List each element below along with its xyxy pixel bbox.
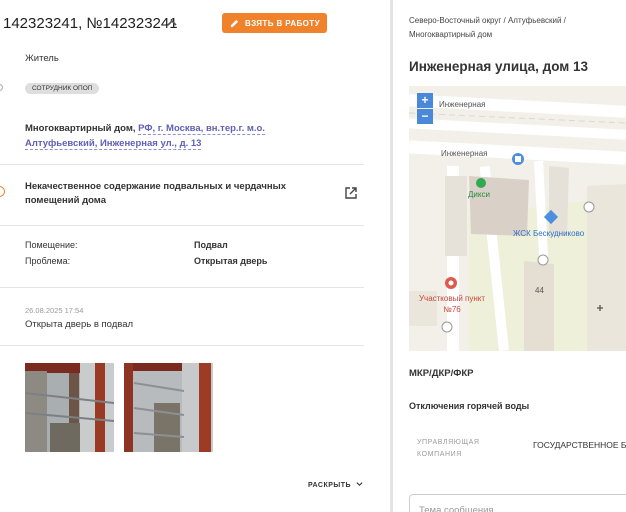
map-poi-police: Участковый пункт №76: [418, 294, 486, 314]
expand-button[interactable]: РАСКРЫТЬ: [308, 480, 363, 489]
detail-value-room: Подвал: [194, 240, 228, 250]
map-poi-hoa: ЖСК Бескудниково: [513, 229, 585, 238]
role-badge: СОТРУДНИК ОПОП: [25, 83, 100, 94]
divider: [0, 225, 364, 226]
author-role: Житель: [25, 53, 59, 64]
map-zoom-in-button[interactable]: +: [417, 93, 433, 108]
divider: [0, 345, 364, 346]
attachment-photo[interactable]: [124, 363, 213, 452]
pencil-icon: [230, 19, 239, 27]
section-hot-water[interactable]: Отключения горячей воды: [409, 401, 529, 411]
management-label: УПРАВЛЯЮЩАЯ КОМПАНИЯ: [417, 439, 480, 458]
comment-timestamp: 26.08.2025 17:54: [25, 306, 84, 315]
take-to-work-label: ВЗЯТЬ В РАБОТУ: [245, 18, 320, 28]
address: Многоквартирный дом, РФ, г. Москва, вн.т…: [25, 121, 335, 151]
chevron-down-icon: [356, 482, 363, 487]
detail-value-problem: Открытая дверь: [194, 256, 268, 266]
attachment-photo[interactable]: [25, 363, 114, 452]
external-link-icon[interactable]: [344, 186, 358, 200]
comment-text: Открыта дверь в подвал: [25, 319, 134, 330]
building-panel: Северо-Восточный округ / Алтуфьевский / …: [393, 0, 626, 512]
section-repairs[interactable]: МКР/ДКР/ФКР: [409, 368, 473, 379]
divider: [0, 164, 364, 165]
ticket-panel: 142323241, №142323241 ВЗЯТЬ В РАБОТУ Жит…: [0, 0, 390, 512]
issue-status-icon: [0, 186, 5, 197]
map-zoom-out-button[interactable]: −: [417, 109, 433, 124]
detail-key-room: Помещение:: [25, 240, 78, 250]
map-house-number: 44: [535, 286, 544, 295]
detail-key-problem: Проблема:: [25, 256, 71, 266]
timeline-dot-icon: [0, 84, 3, 91]
expand-label: РАСКРЫТЬ: [308, 482, 352, 489]
take-to-work-button[interactable]: ВЗЯТЬ В РАБОТУ: [222, 13, 327, 33]
address-type: Многоквартирный дом,: [25, 123, 139, 134]
ticket-title: 142323241, №142323241: [3, 15, 178, 32]
chevron-up-icon[interactable]: [166, 17, 178, 29]
map-street-label: Инженерная: [439, 100, 486, 109]
map-poi-shop: Дикси: [468, 190, 490, 199]
divider: [0, 287, 364, 288]
message-subject-field[interactable]: [409, 494, 626, 512]
page-title: Инженерная улица, дом 13: [409, 59, 589, 74]
management-value: ГОСУДАРСТВЕННОЕ Б «ЖИЛИЩНИК АЛТУФ: [533, 440, 626, 450]
map[interactable]: + − Инженерная Инженерная Дикси ЖСК Беск…: [409, 86, 626, 351]
message-subject-input[interactable]: [410, 495, 626, 512]
breadcrumb: Северо-Восточный округ / Алтуфьевский / …: [409, 16, 566, 39]
map-street-label: Инженерная: [441, 149, 488, 158]
issue-title: Некачественное содержание подвальных и ч…: [25, 181, 287, 206]
